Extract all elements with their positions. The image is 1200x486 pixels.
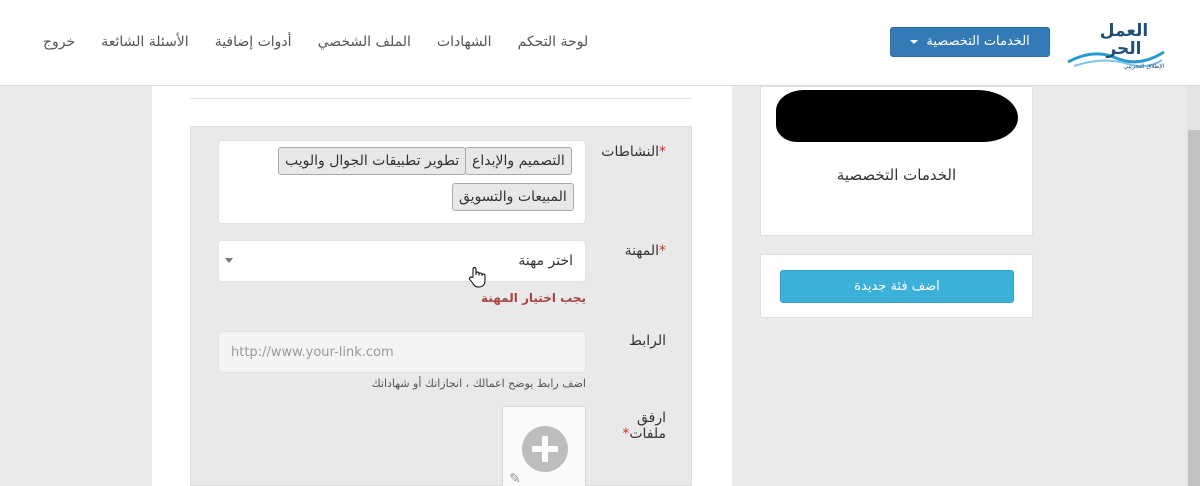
job-select[interactable]: اختر مهنة	[218, 240, 586, 282]
job-error-message: يجب اختيار المهنة	[481, 291, 586, 305]
tag-sales-marketing[interactable]: المبيعات والتسويق	[452, 183, 574, 211]
activities-label: النشاطات*	[601, 144, 666, 160]
nav-link-extra-tools[interactable]: أدوات إضافية	[202, 34, 305, 50]
caret-down-icon	[910, 39, 919, 44]
nav-link-dashboard[interactable]: لوحة التحكم	[505, 34, 602, 50]
paperclip-icon: ✎	[509, 471, 521, 486]
site-logo[interactable]: العمل الحر الإطلاق التجريبي	[1064, 18, 1168, 72]
activities-tag-input[interactable]: التصميم والإبداع تطوير تطبيقات الجوال وا…	[218, 140, 586, 224]
add-file-icon	[522, 426, 568, 472]
form-divider	[190, 98, 692, 99]
job-select-value: اختر مهنة	[518, 253, 573, 269]
specialized-services-dropdown[interactable]: الخدمات التخصصية	[890, 27, 1050, 57]
required-mark: *	[659, 243, 666, 259]
logo-subtitle: الإطلاق التجريبي	[1124, 63, 1165, 70]
scrollbar-thumb[interactable]	[1188, 130, 1200, 486]
file-upload-box[interactable]: ✎	[502, 406, 586, 486]
redacted-name	[776, 90, 1018, 142]
sidebar-title: الخدمات التخصصية	[836, 166, 957, 184]
attach-label: ارفق *ملفات	[622, 410, 666, 442]
tag-mobile-web-development[interactable]: تطوير تطبيقات الجوال والويب	[278, 147, 467, 175]
job-label: المهنة*	[624, 243, 666, 259]
add-category-button[interactable]: اضف فئة جديدة	[780, 270, 1014, 303]
logo-text-2: الحر	[1105, 39, 1141, 59]
top-navbar: لوحة التحكم الشهادات الملف الشخصي أدوات …	[0, 0, 1200, 86]
link-help-text: اضف رابط يوضح اعمالك ، انجازاتك أو شهادا…	[371, 377, 586, 390]
link-label: الرابط	[629, 333, 666, 349]
nav-link-faq[interactable]: الأسئلة الشائعة	[88, 34, 202, 50]
nav-link-profile[interactable]: الملف الشخصي	[305, 34, 424, 50]
logo-text-1: العمل	[1100, 21, 1148, 41]
dropdown-arrow-icon	[225, 258, 233, 263]
tag-design-creativity[interactable]: التصميم والإبداع	[465, 147, 572, 175]
hand-cursor-icon	[468, 267, 486, 288]
link-input[interactable]	[218, 331, 586, 373]
nav-link-logout[interactable]: خروج	[30, 34, 88, 50]
specialized-services-label: الخدمات التخصصية	[926, 34, 1030, 49]
nav-links: لوحة التحكم الشهادات الملف الشخصي أدوات …	[30, 34, 601, 50]
nav-link-certificates[interactable]: الشهادات	[424, 34, 505, 50]
required-mark: *	[659, 144, 666, 160]
